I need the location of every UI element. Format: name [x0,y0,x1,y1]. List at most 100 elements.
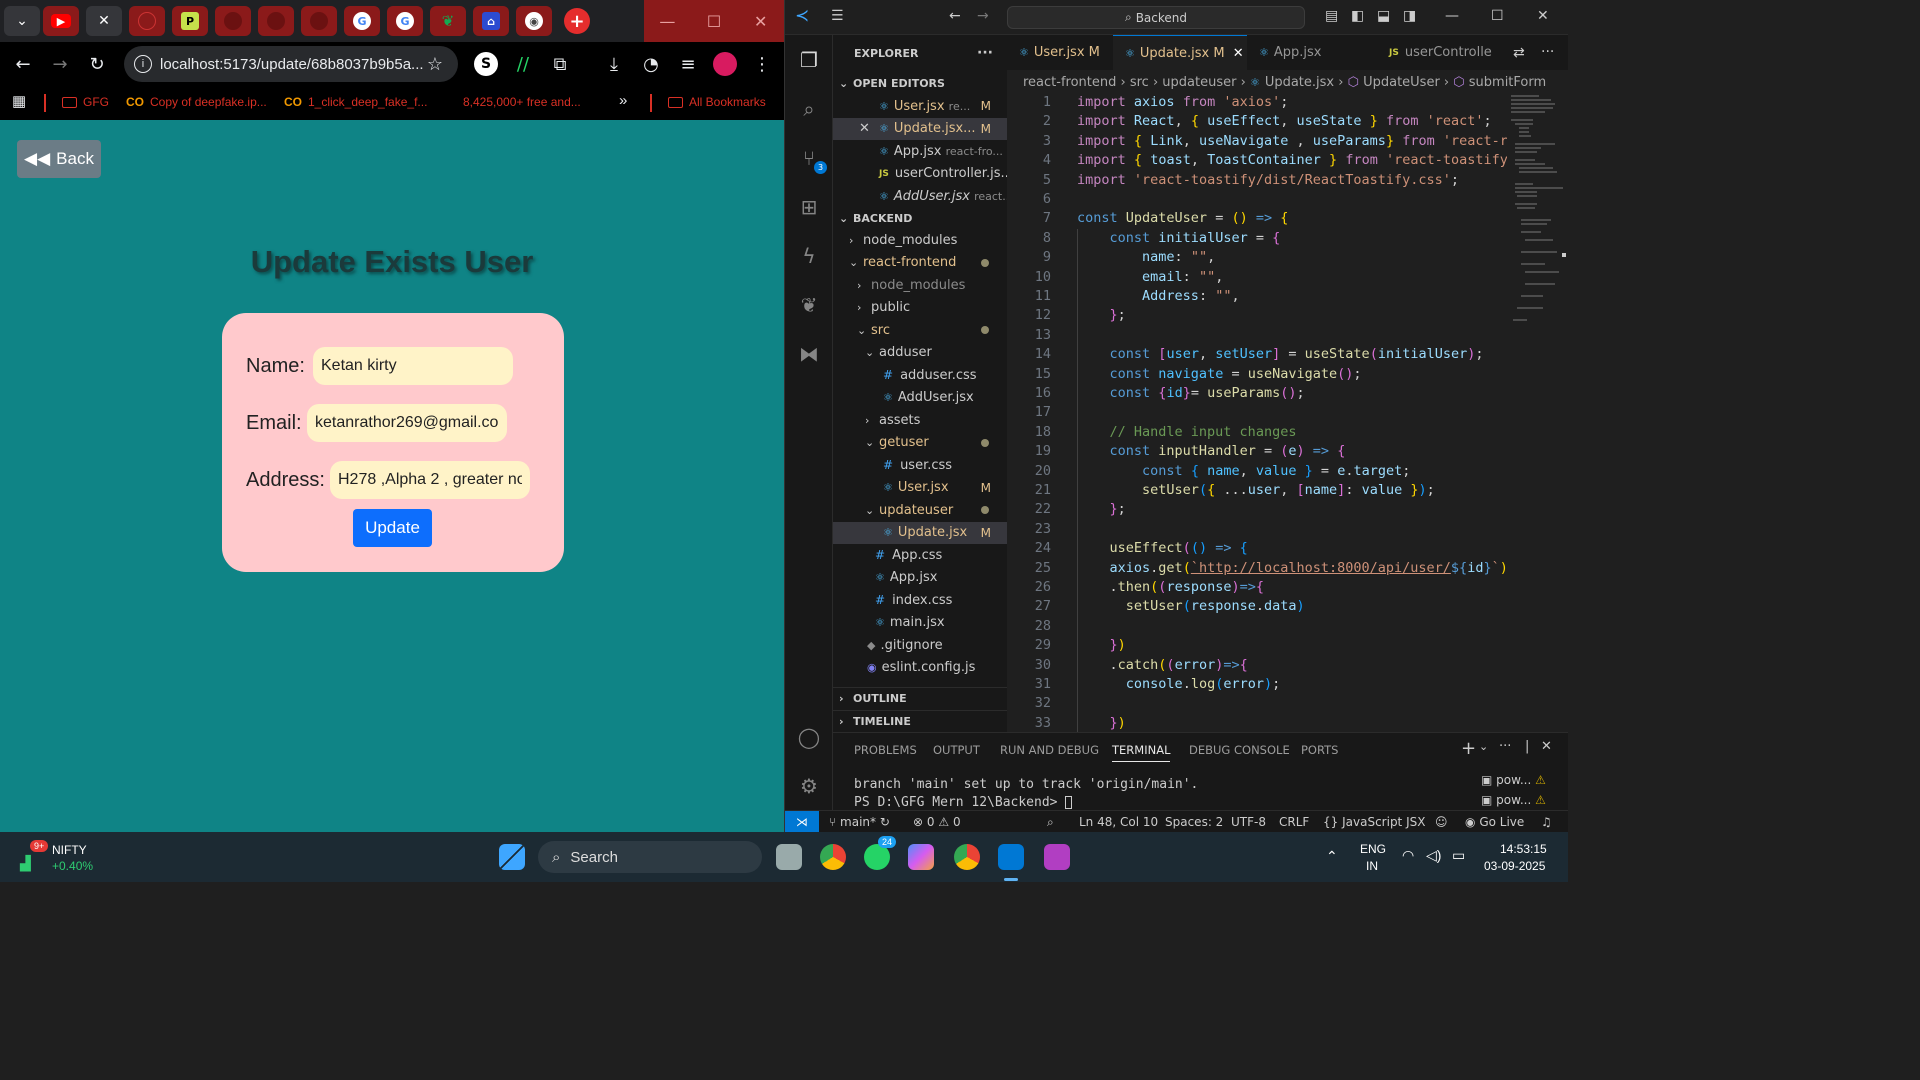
back-arrow-icon[interactable]: ← [11,52,35,76]
source-control-icon[interactable]: ⑂ 3 [797,146,827,174]
code-line[interactable]: axios.get(`http://localhost:8000/api/use… [1077,559,1507,578]
code-line[interactable]: .catch((error)=>{ [1077,656,1248,675]
file-item[interactable]: ◆ .gitignore [833,634,1007,656]
file-item[interactable]: ⚛ Update.jsx M [833,521,1007,544]
chevron-up-icon[interactable]: ⌃ [1326,848,1338,865]
download-icon[interactable]: ⤓ [602,52,626,76]
code-line[interactable]: setUser(response.data) [1077,597,1305,616]
chrome-profile-icon[interactable] [954,844,980,870]
puzzle-icon[interactable]: ⧉ [548,52,572,76]
breadcrumb-item[interactable]: UpdateUser [1363,75,1440,90]
code-line[interactable]: }) [1077,714,1126,732]
terminal-prompt[interactable]: PS D:\GFG Mern 12\Backend> [854,795,1073,810]
apps-grid-icon[interactable]: ▦ [12,92,26,110]
terminal-instance[interactable]: ▣ pow... ⚠ [1481,773,1568,791]
folder-item[interactable]: › assets [833,409,1007,431]
file-item[interactable]: # App.css [833,544,1007,566]
clock-time[interactable]: 14:53:15 [1500,842,1547,856]
zoom-icon[interactable]: ⌕ [1047,815,1054,830]
code-line[interactable]: const initialUser = { [1077,229,1281,248]
code-line[interactable]: import axios from 'axios'; [1077,93,1288,112]
python-icon[interactable]: ⧓ [797,342,821,366]
tab-user-jsx[interactable]: ⚛ User.jsx M [1007,35,1113,70]
code-line[interactable]: }) [1077,636,1126,655]
toggle-sidebar-icon[interactable]: ◧ [1351,8,1364,24]
gear-icon[interactable]: ⚙ [797,774,821,798]
code-line[interactable]: console.log(error); [1077,675,1281,694]
address-bar[interactable]: i localhost:5173/update/68b8037b9b5a... [124,46,458,82]
line-ending[interactable]: CRLF [1279,815,1309,829]
outline-header[interactable]: › OUTLINE [833,687,1007,709]
chevron-down-icon[interactable]: ⌄ [1479,740,1488,753]
code-line[interactable]: const {id}= useParams(); [1077,384,1305,403]
terminal-instance[interactable]: ▣ pow... ⚠ [1481,793,1568,811]
code-line[interactable]: name: "", [1077,248,1215,267]
update-button[interactable]: Update [353,509,432,547]
code-line[interactable]: setUser({ ...user, [name]: value }); [1077,481,1435,500]
open-editor-item[interactable]: ⚛ AddUser.jsx react... [833,185,1007,207]
code-line[interactable]: import 'react-toastify/dist/ReactToastif… [1077,171,1459,190]
vscode-icon[interactable] [998,844,1024,870]
breadcrumb-item[interactable]: Update.jsx [1265,75,1334,90]
more-actions-icon[interactable]: ··· [1499,739,1511,754]
more-actions-icon[interactable]: ··· [977,45,993,61]
tab-site[interactable]: ⌂ [473,6,509,36]
breadcrumb-item[interactable]: updateuser [1162,75,1236,90]
compare-changes-icon[interactable]: ⇄ [1513,45,1525,61]
close-tab-icon[interactable]: ✕ [1233,46,1244,61]
code-line[interactable]: .then((response)=>{ [1077,578,1265,597]
all-bookmarks[interactable]: All Bookmarks [668,95,766,109]
breadcrumb-item[interactable]: react-frontend [1023,75,1116,90]
extensions-icon[interactable]: ⊞ [797,195,821,219]
folder-item[interactable]: ⌄ react-frontend [833,252,1007,274]
tab-chrome[interactable]: ◉ [516,6,552,36]
tab-google-1[interactable]: G [344,6,380,36]
reload-icon[interactable]: ↻ [85,52,109,76]
performance-icon[interactable]: ◔ [639,52,663,76]
name-field[interactable] [313,347,513,385]
cursor-position[interactable]: Ln 48, Col 10 [1079,815,1158,829]
open-editor-item[interactable]: ✕ ⚛ Update.jsx... M [833,117,1007,140]
bookmark-gfg[interactable]: GFG [62,95,109,109]
code-line[interactable]: Address: "", [1077,287,1240,306]
file-item[interactable]: # adduser.css [833,364,1007,386]
code-line[interactable]: const UpdateUser = () => { [1077,209,1288,228]
folder-item[interactable]: ⌄ adduser [833,342,1007,364]
code-line[interactable]: const inputHandler = (e) => { [1077,442,1346,461]
folder-item[interactable]: › public [833,297,1007,319]
breadcrumb-item[interactable]: src [1130,75,1149,90]
tab-problems[interactable]: PROBLEMS [854,743,917,757]
copilot-icon[interactable] [908,844,934,870]
code-line[interactable]: const [user, setUser] = useState(initial… [1077,345,1484,364]
copilot-icon[interactable]: ☺ [1435,815,1448,829]
encoding[interactable]: UTF-8 [1231,815,1266,829]
tab-pycharm[interactable]: P [172,6,208,36]
minimize-icon[interactable]: — [1445,8,1459,24]
minimap[interactable] [1507,93,1568,353]
problems-indicator[interactable]: ⊗ 0 ⚠ 0 [913,815,961,829]
toggle-secondary-sidebar-icon[interactable]: ◨ [1403,8,1416,24]
bookmark-free[interactable]: 8,425,000+ free and... [463,95,581,109]
tab-google-2[interactable]: G [387,6,423,36]
code-line[interactable]: email: "", [1077,268,1223,287]
more-actions-icon[interactable]: ··· [1541,44,1554,60]
close-icon[interactable]: ✕ [859,121,870,136]
command-center-search[interactable]: ⌕ Backend [1007,6,1305,29]
new-terminal-icon[interactable]: + [1461,738,1476,759]
tab-ports[interactable]: PORTS [1301,743,1338,757]
tab-app-jsx[interactable]: ⚛ App.jsx [1247,35,1377,70]
code-line[interactable]: }; [1077,500,1126,519]
tab-usercontroller-js[interactable]: JS userControlle [1377,35,1507,70]
language-mode[interactable]: {} JavaScript JSX [1323,815,1425,829]
toggle-panel-icon[interactable]: ⬓ [1377,8,1390,24]
go-live[interactable]: ◉ Go Live [1465,815,1524,829]
language-indicator[interactable]: ENG [1360,842,1386,856]
open-editors-header[interactable]: ⌄ OPEN EDITORS [833,72,1007,94]
open-editor-item[interactable]: JS userController.js... [833,163,1007,185]
address-field[interactable] [330,461,530,499]
back-button[interactable]: ◀◀ Back [17,140,101,178]
account-icon[interactable]: ◯ [797,725,821,749]
folder-item[interactable]: ⌄ updateuser [833,499,1007,521]
layout-icon[interactable]: ▤ [1325,8,1338,24]
taskbar-search[interactable]: ⌕ Search [538,841,762,873]
